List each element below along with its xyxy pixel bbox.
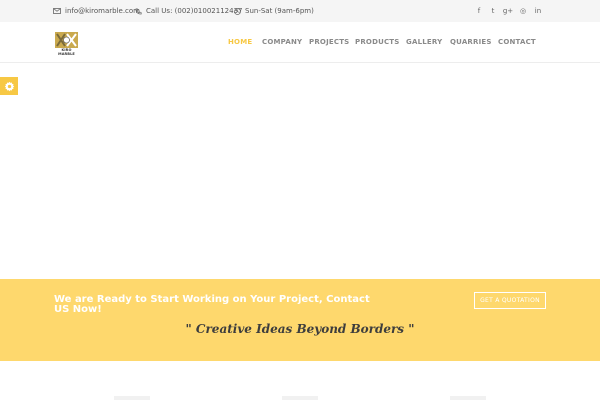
nav-contact[interactable]: CONTACT — [498, 38, 536, 46]
banner-heading: We are Ready to Start Working on Your Pr… — [54, 294, 370, 315]
opening-hours: Sun-Sat (9am-6pm) — [234, 4, 314, 18]
envelope-icon — [53, 8, 61, 14]
phone-contact[interactable]: Call Us: (002)01002112437 — [135, 4, 242, 18]
section-card-top — [114, 396, 150, 400]
section-card-top — [450, 396, 486, 400]
email-text: info@kiromarble.com — [65, 7, 140, 15]
gear-icon — [4, 81, 14, 91]
clock-icon — [234, 7, 241, 15]
facebook-icon[interactable]: f — [473, 5, 485, 17]
page: info@kiromarble.com Call Us: (002)010021… — [0, 0, 600, 400]
banner-tagline: " Creative Ideas Beyond Borders " — [185, 322, 415, 336]
phone-text: Call Us: (002)01002112437 — [146, 7, 243, 15]
call-to-action-banner: We are Ready to Start Working on Your Pr… — [0, 279, 600, 361]
nav-products[interactable]: PRODUCTS — [355, 38, 400, 46]
top-bar: info@kiromarble.com Call Us: (002)010021… — [0, 0, 600, 22]
nav-projects[interactable]: PROJECTS — [309, 38, 349, 46]
linkedin-icon[interactable]: in — [532, 5, 544, 17]
hours-text: Sun-Sat (9am-6pm) — [245, 7, 314, 15]
get-quotation-button[interactable]: GET A QUOTATION — [474, 292, 546, 309]
nav-quarries[interactable]: QUARRIES — [450, 38, 492, 46]
nav-gallery[interactable]: GALLERY — [406, 38, 442, 46]
logo-text: KIRO MARBLE — [58, 48, 75, 56]
phone-icon — [135, 7, 142, 14]
section-card-top — [282, 396, 318, 400]
settings-toggle-button[interactable] — [0, 77, 18, 95]
google-plus-icon[interactable]: g+ — [502, 5, 514, 17]
nav-company[interactable]: COMPANY — [262, 38, 302, 46]
email-contact[interactable]: info@kiromarble.com — [53, 4, 140, 18]
site-header: KIRO MARBLE HOME COMPANY PROJECTS PRODUC… — [0, 22, 600, 63]
twitter-icon[interactable]: t — [487, 5, 499, 17]
nav-home[interactable]: HOME — [228, 38, 252, 46]
instagram-icon[interactable]: ◎ — [517, 5, 529, 17]
